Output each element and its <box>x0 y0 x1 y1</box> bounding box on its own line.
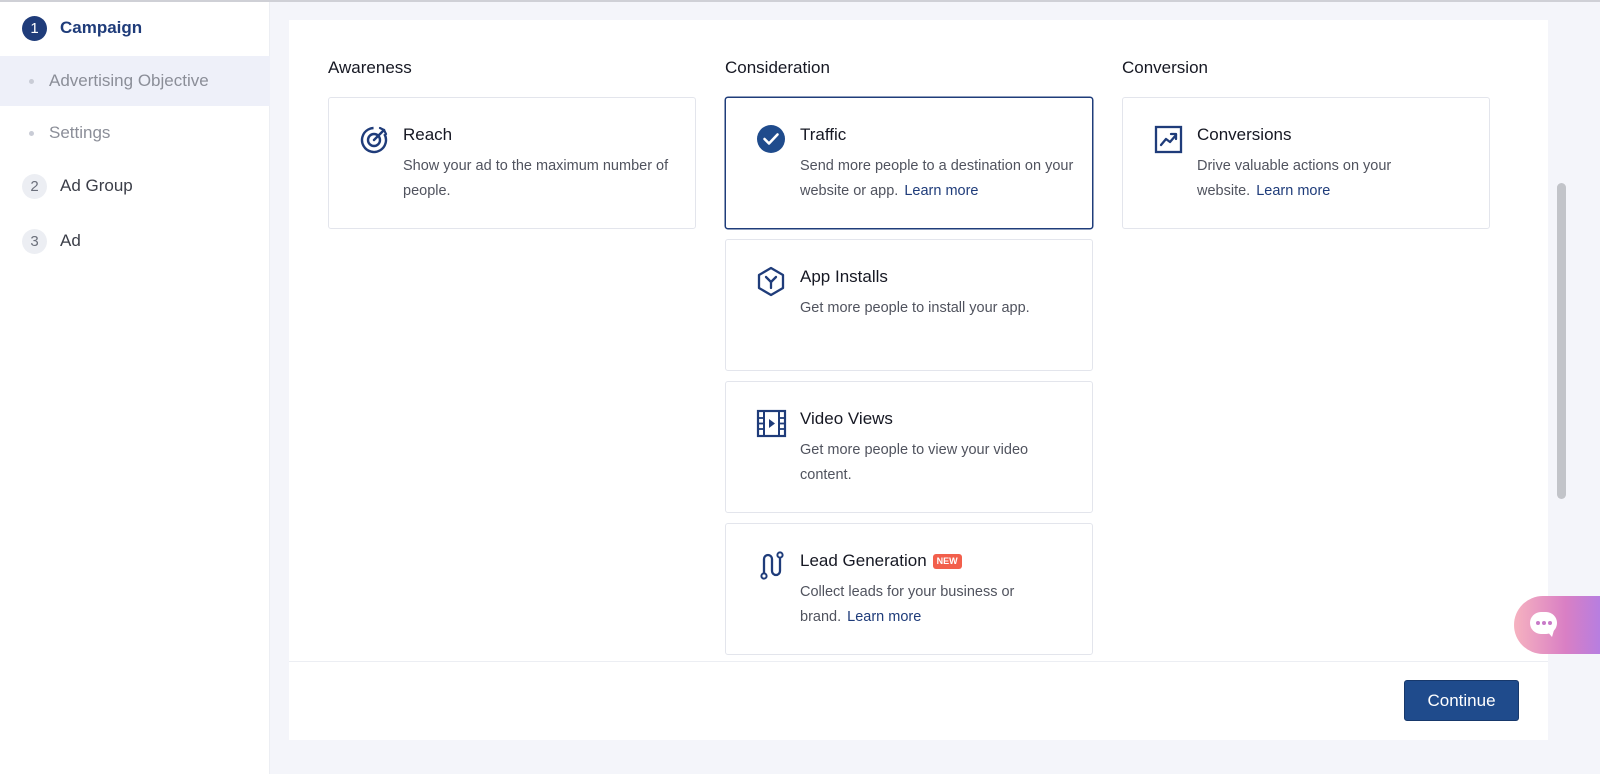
column-heading-awareness: Awareness <box>328 58 412 77</box>
card-description: Collect leads for your business or brand… <box>800 584 1015 625</box>
substep-label: Settings <box>49 123 111 142</box>
card-title: App Installs <box>800 267 888 286</box>
chat-support-button[interactable] <box>1514 596 1600 654</box>
objective-card-reach[interactable]: Reach Show your ad to the maximum number… <box>328 97 696 229</box>
sidebar-step-campaign[interactable]: 1 Campaign <box>0 2 270 54</box>
card-title: Reach <box>403 125 453 144</box>
check-circle-icon <box>757 125 785 153</box>
trend-chart-icon <box>1154 125 1183 154</box>
card-title: Video Views <box>800 409 893 428</box>
objective-card-lead-generation[interactable]: Lead Generation NEW Collect leads for you… <box>725 523 1093 655</box>
lead-path-icon <box>760 551 784 580</box>
card-description: Show your ad to the maximum number of pe… <box>403 158 669 199</box>
reach-target-icon <box>360 126 388 154</box>
card-title: Lead Generation NEW <box>800 551 962 571</box>
learn-more-link[interactable]: Learn more <box>847 609 921 625</box>
sidebar-substep-advertising-objective[interactable]: Advertising Objective <box>0 56 270 106</box>
learn-more-link[interactable]: Learn more <box>904 183 978 199</box>
substep-label: Advertising Objective <box>49 71 209 90</box>
step-number-badge: 3 <box>22 228 47 254</box>
card-title: Conversions <box>1197 125 1292 144</box>
column-heading-consideration: Consideration <box>725 58 830 77</box>
continue-button[interactable]: Continue <box>1404 680 1519 721</box>
sidebar-step-ad[interactable]: 3 Ad <box>0 215 270 267</box>
column-heading-conversion: Conversion <box>1122 58 1208 77</box>
objective-card-app-installs[interactable]: App Installs Get more people to install … <box>725 239 1093 371</box>
card-title: Traffic <box>800 125 847 144</box>
sidebar-step-ad-group[interactable]: 2 Ad Group <box>0 160 270 212</box>
step-number-badge: 1 <box>22 15 47 41</box>
objective-card-traffic[interactable]: Traffic Send more people to a destinatio… <box>725 97 1093 229</box>
card-description: Get more people to view your video conte… <box>800 442 1029 483</box>
objective-card-conversions[interactable]: Conversions Drive valuable actions on yo… <box>1122 97 1490 229</box>
chat-bubble-icon <box>1530 612 1557 637</box>
scrollbar-thumb[interactable] <box>1557 183 1566 499</box>
step-label: Campaign <box>60 18 143 37</box>
card-description: Get more people to install your app. <box>800 300 1030 316</box>
card-description: Drive valuable actions on your website. L… <box>1197 158 1392 199</box>
sidebar-substep-settings[interactable]: Settings <box>0 108 270 158</box>
video-film-icon <box>756 409 787 438</box>
footer-bar: Continue <box>289 661 1548 740</box>
objective-panel: Awareness Consideration Conversion Reach… <box>289 20 1548 740</box>
step-label: Ad Group <box>60 176 133 195</box>
app-hexagon-icon <box>757 266 785 297</box>
step-number-badge: 2 <box>22 173 47 199</box>
bullet-dot <box>29 78 34 84</box>
new-badge: NEW <box>932 553 962 569</box>
bullet-dot <box>29 130 34 136</box>
sidebar: 1 Campaign Advertising Objective Setting… <box>0 2 270 774</box>
learn-more-link[interactable]: Learn more <box>1256 183 1330 199</box>
card-description: Send more people to a destination on you… <box>800 158 1074 199</box>
objective-card-video-views[interactable]: Video Views Get more people to view your… <box>725 381 1093 513</box>
step-label: Ad <box>60 231 81 250</box>
